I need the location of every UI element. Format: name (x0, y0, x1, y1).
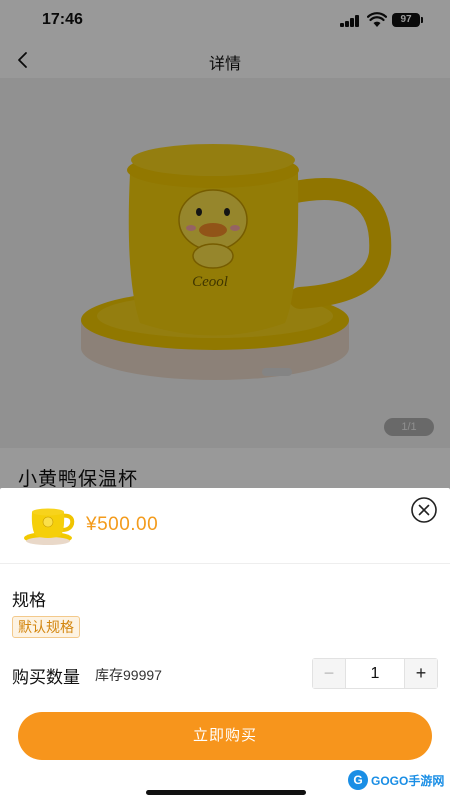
close-icon[interactable] (410, 496, 438, 524)
modal-overlay[interactable] (0, 0, 450, 490)
quantity-value[interactable]: 1 (346, 659, 404, 688)
increment-button[interactable]: + (404, 659, 437, 688)
watermark-text: GOGO手游网 (371, 773, 445, 788)
decrement-button[interactable]: − (313, 659, 346, 688)
purchase-sheet: ¥500.00 规格 默认规格 购买数量 库存99997 − 1 + 立即购买 … (0, 488, 450, 800)
watermark-logo: G GOGO手游网 (348, 770, 444, 790)
spec-label: 规格 (12, 591, 46, 610)
quantity-stepper: − 1 + (312, 658, 438, 689)
product-thumbnail (24, 508, 75, 545)
buy-now-button[interactable]: 立即购买 (18, 712, 432, 760)
stock-text: 库存99997 (95, 667, 162, 683)
watermark-badge: G (348, 770, 368, 790)
price-text: ¥500.00 (86, 514, 159, 535)
home-indicator[interactable] (146, 790, 306, 795)
sheet-divider (0, 563, 450, 564)
quantity-label: 购买数量 (12, 668, 80, 687)
spec-option-chip[interactable]: 默认规格 (12, 616, 80, 638)
